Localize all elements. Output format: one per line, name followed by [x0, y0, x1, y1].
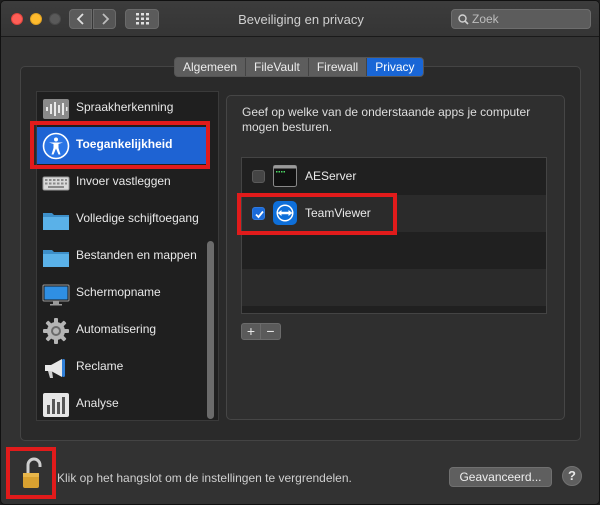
padlock-icon[interactable] [19, 456, 49, 492]
megaphone-icon [45, 359, 65, 378]
add-remove-buttons: + − [241, 323, 281, 340]
category-spraakherkenning[interactable]: Spraakherkenning [37, 92, 207, 127]
lock-instruction: Klik op het hangslot om de instellingen … [57, 471, 352, 485]
app-row-empty [242, 269, 546, 306]
category-schermopname[interactable]: Schermopname [37, 275, 207, 312]
category-list-scrollbar[interactable] [207, 241, 214, 419]
preferences-window: Beveiliging en privacy Algemeen FileVaul… [0, 0, 600, 505]
category-label: Reclame [76, 359, 124, 373]
title-bar: Beveiliging en privacy [1, 1, 599, 37]
category-automatisering[interactable]: Automatisering [37, 312, 207, 349]
category-invoer-vastleggen[interactable]: Invoer vastleggen [37, 164, 207, 201]
app-name: AEServer [305, 169, 357, 183]
advanced-button[interactable]: Geavanceerd... [449, 467, 552, 487]
category-label: Analyse [76, 396, 119, 410]
category-label: Schermopname [76, 285, 161, 299]
category-label: Volledige schijftoegang [76, 211, 199, 225]
app-row-aeserver[interactable]: AEServer [242, 158, 546, 195]
app-name: TeamViewer [305, 206, 371, 220]
app-row-teamviewer[interactable]: TeamViewer [242, 195, 546, 232]
help-button[interactable]: ? [562, 466, 582, 486]
category-label: Invoer vastleggen [76, 174, 171, 188]
permission-description: Geef op welke van de onderstaande apps j… [242, 105, 531, 134]
category-label: Bestanden en mappen [76, 248, 197, 262]
category-label: Spraakherkenning [76, 100, 174, 114]
search-icon [458, 14, 469, 25]
privacy-category-list[interactable]: Spraakherkenning Toegankelijkheid Invoer… [36, 91, 219, 421]
keyboard-icon [42, 176, 70, 191]
bar-chart-icon [43, 393, 69, 417]
tab-algemeen[interactable]: Algemeen [175, 58, 247, 76]
folder-icon [43, 213, 69, 230]
tab-firewall[interactable]: Firewall [309, 58, 368, 76]
tab-filevault[interactable]: FileVault [246, 58, 309, 76]
teamviewer-icon [273, 201, 297, 225]
category-reclame[interactable]: Reclame [37, 349, 207, 386]
tab-privacy[interactable]: Privacy [367, 58, 423, 76]
add-app-button[interactable]: + [241, 323, 261, 340]
accessibility-icon [42, 132, 70, 160]
search-field[interactable] [451, 9, 591, 29]
app-row-empty [242, 232, 546, 269]
category-label: Automatisering [76, 322, 157, 336]
checkmark-icon [255, 210, 264, 219]
teamviewer-checkbox[interactable] [252, 207, 265, 220]
terminal-icon [273, 165, 297, 187]
tab-bar: Algemeen FileVault Firewall Privacy [174, 57, 424, 77]
app-list[interactable]: AEServer TeamViewer [241, 157, 547, 314]
category-toegankelijkheid[interactable]: Toegankelijkheid [37, 127, 207, 164]
category-bestanden-en-mappen[interactable]: Bestanden en mappen [37, 238, 207, 275]
folder-icon [43, 250, 69, 267]
aeserver-checkbox[interactable] [252, 170, 265, 183]
category-volledige-schijftoegang[interactable]: Volledige schijftoegang [37, 201, 207, 238]
display-icon [42, 284, 70, 306]
waveform-icon [43, 99, 69, 119]
remove-app-button[interactable]: − [261, 323, 281, 340]
category-label: Toegankelijkheid [76, 137, 173, 151]
category-analyse[interactable]: Analyse [37, 386, 207, 420]
search-input[interactable] [472, 11, 582, 27]
gear-icon [43, 318, 69, 344]
